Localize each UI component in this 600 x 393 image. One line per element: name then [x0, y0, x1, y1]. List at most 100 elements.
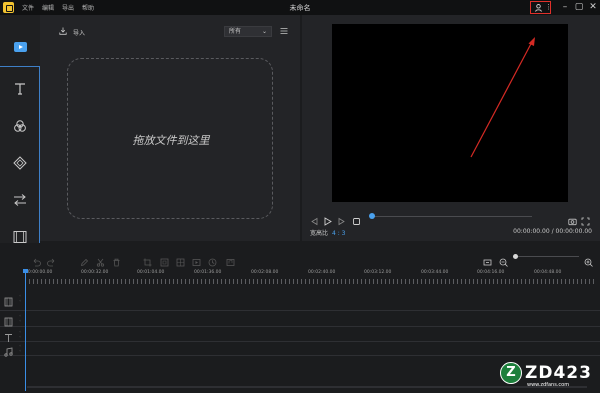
playhead[interactable] [23, 269, 28, 391]
transition-tool[interactable] [12, 192, 28, 206]
filter-icon [14, 120, 26, 132]
transition-icon [14, 194, 26, 206]
play-button[interactable] [323, 211, 332, 226]
menu-help[interactable]: 帮助 [82, 3, 94, 12]
import-button[interactable]: 导入 [73, 28, 85, 37]
track-lock-icon[interactable]: ◦ ◦ [19, 313, 22, 323]
music-track-icon [4, 347, 13, 357]
minimize-icon[interactable]: – [559, 1, 571, 13]
track-lock-icon[interactable]: ◦ ◦ [19, 343, 22, 353]
chevron-down-icon: ⌄ [261, 28, 267, 35]
freeze-button[interactable] [160, 252, 169, 267]
split-button[interactable] [96, 252, 105, 267]
track-header-video[interactable]: ◦ ◦ [4, 292, 24, 307]
maximize-icon[interactable]: ▢ [573, 1, 585, 13]
user-icon[interactable] [535, 4, 542, 12]
ruler-label: 00:00:32.00 [81, 270, 109, 275]
ruler-label: 00:03:44.00 [421, 270, 449, 275]
menu-file[interactable]: 文件 [22, 3, 34, 12]
ruler-label: 00:02:40.00 [308, 270, 336, 275]
mosaic-button[interactable] [176, 252, 185, 267]
scissors-icon [96, 258, 105, 267]
media-panel: 导入 所有 ⌄ 拖放文件到这里 [40, 15, 300, 241]
tools-panel [0, 66, 40, 256]
ruler-ticks [25, 279, 597, 284]
preview-screen [332, 24, 568, 202]
watermark-text: ZD423 [525, 363, 592, 383]
timeline-ruler[interactable]: 00:00:00.00 00:00:32.00 00:01:04.00 00:0… [25, 270, 597, 284]
detach-audio-button[interactable] [226, 252, 235, 266]
aspect-ratio[interactable]: 宽高比 4 : 3 [310, 228, 346, 237]
ruler-label: 00:04:16.00 [477, 270, 505, 275]
next-frame-button[interactable] [337, 211, 346, 226]
zoom-out-icon [499, 258, 508, 267]
clock-icon [208, 258, 217, 267]
zoom-out-button[interactable] [499, 252, 508, 267]
playback-progress[interactable] [372, 216, 532, 217]
more-menu-icon[interactable]: ⋮ [545, 4, 552, 11]
watermark-badge: Z [500, 362, 522, 384]
track-header-text[interactable]: ◦ ◦ [4, 328, 24, 342]
element-tool[interactable] [12, 229, 28, 243]
title-bar: 文件 编辑 导出 帮助 未命名 ⋮ – ▢ ✕ [0, 0, 600, 15]
menu-edit[interactable]: 编辑 [42, 3, 54, 12]
track-lock-icon[interactable]: ◦ ◦ [19, 329, 22, 339]
edit-button[interactable] [80, 252, 89, 267]
ruler-label: 00:01:36.00 [194, 270, 222, 275]
app-window: 文件 编辑 导出 帮助 未命名 ⋮ – ▢ ✕ 导入 所有 ⌄ 拖放文件到这里 … [0, 0, 600, 393]
fit-timeline-button[interactable] [483, 252, 492, 266]
fullscreen-button[interactable] [581, 211, 590, 226]
ruler-label: 00:04:48.00 [534, 270, 562, 275]
media-play-icon [14, 42, 27, 52]
progress-knob[interactable] [369, 213, 375, 219]
media-tab[interactable] [0, 37, 40, 61]
aspect-ratio-value[interactable]: 4 : 3 [332, 230, 345, 237]
track-lock-icon[interactable]: ◦ ◦ [19, 293, 22, 303]
trash-icon [113, 258, 120, 267]
prev-frame-button[interactable] [310, 211, 319, 226]
left-toolbar [0, 15, 40, 256]
speed-button[interactable] [192, 252, 201, 266]
next-frame-icon [338, 217, 345, 226]
menu-bar: 文件 编辑 导出 帮助 [22, 3, 94, 12]
zoom-in-button[interactable] [584, 252, 593, 267]
duration-button[interactable] [208, 252, 217, 267]
drop-hint: 拖放文件到这里 [132, 134, 210, 147]
list-view-icon[interactable] [280, 27, 288, 35]
play-icon [324, 217, 332, 226]
track-header-overlay[interactable]: ◦ ◦ [4, 312, 24, 327]
ruler-label: 00:02:08.00 [251, 270, 279, 275]
timeline-toolbar [0, 243, 600, 267]
import-icon[interactable] [59, 27, 67, 35]
filter-tool[interactable] [12, 118, 28, 132]
audio-detach-icon [226, 259, 235, 266]
filter-selected-value: 所有 [229, 28, 242, 35]
watermark-url: www.zdfans.com [527, 382, 570, 388]
mosaic-icon [176, 258, 185, 267]
prev-frame-icon [311, 217, 318, 226]
zoom-slider[interactable] [513, 256, 579, 257]
pencil-icon [80, 258, 89, 267]
delete-button[interactable] [112, 252, 121, 267]
track-header-audio[interactable]: ◦ ◦ [4, 342, 24, 357]
close-icon[interactable]: ✕ [587, 1, 599, 13]
menu-export[interactable]: 导出 [62, 3, 74, 12]
snapshot-button[interactable] [568, 211, 577, 226]
media-filter-select[interactable]: 所有 ⌄ [224, 26, 272, 37]
redo-button[interactable] [47, 252, 56, 267]
crop-button[interactable] [143, 252, 152, 267]
ruler-label: 00:03:12.00 [364, 270, 392, 275]
app-logo-icon [3, 2, 14, 13]
undo-button[interactable] [32, 252, 41, 267]
undo-icon [33, 258, 41, 267]
overlay-tool[interactable] [12, 155, 28, 170]
film-icon [13, 231, 27, 243]
overlay-track-icon [4, 317, 13, 327]
text-tool[interactable] [12, 81, 28, 95]
stop-button[interactable] [352, 211, 361, 225]
camera-icon [568, 218, 577, 226]
drop-zone[interactable]: 拖放文件到这里 [67, 58, 273, 219]
redo-icon [47, 258, 55, 267]
crop-icon [143, 258, 152, 267]
zoom-slider-knob[interactable] [513, 254, 518, 259]
